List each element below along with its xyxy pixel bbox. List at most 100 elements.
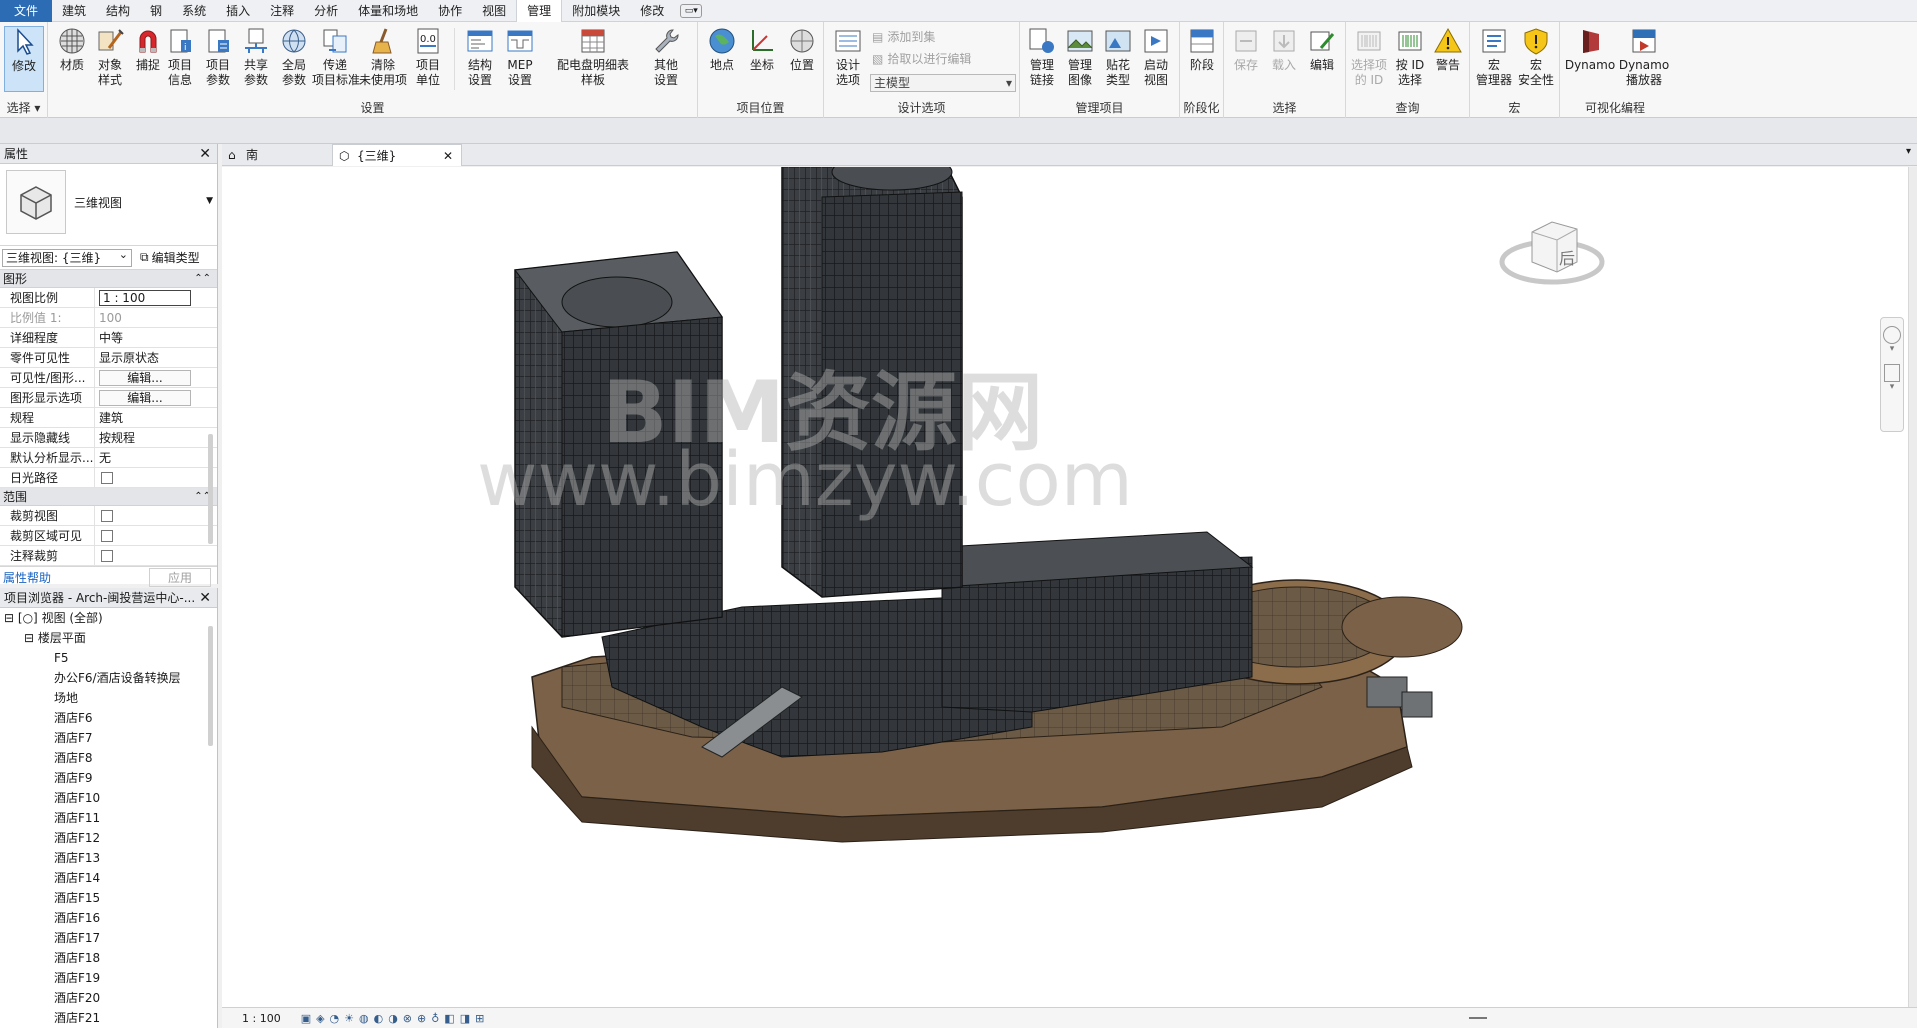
property-value[interactable]: 100 — [95, 308, 217, 327]
horizontal-scroll-thumb[interactable] — [1469, 1017, 1487, 1019]
edit-type-button[interactable]: ⧉ 编辑类型 — [140, 249, 200, 266]
floor-plan-item[interactable]: 酒店F11 — [0, 808, 217, 828]
properties-help-link[interactable]: 属性帮助 — [3, 569, 51, 586]
property-checkbox[interactable] — [101, 472, 113, 484]
object-styles-button[interactable]: 对象 样式 — [90, 26, 130, 88]
floor-plan-item[interactable]: 酒店F7 — [0, 728, 217, 748]
tree-floor-plans[interactable]: ⊟ 楼层平面 — [0, 628, 217, 648]
property-value[interactable]: 按规程 — [95, 428, 217, 447]
global-parameters-button[interactable]: 全局 参数 — [274, 26, 314, 88]
floor-plan-item[interactable]: 酒店F12 — [0, 828, 217, 848]
property-row[interactable]: 图形显示选项 编辑... — [0, 388, 217, 408]
tab-steel[interactable]: 钢 — [140, 0, 172, 22]
tab-collaborate[interactable]: 协作 — [428, 0, 472, 22]
tab-modify[interactable]: 修改 — [630, 0, 674, 22]
property-row[interactable]: 比例值 1: 100 — [0, 308, 217, 328]
zoom-region-icon[interactable] — [1884, 364, 1900, 382]
close-icon[interactable]: ✕ — [199, 588, 211, 608]
select-group-label[interactable]: 选择 ▾ — [0, 99, 47, 116]
property-row[interactable]: 规程 建筑 — [0, 408, 217, 428]
floor-plan-item[interactable]: 酒店F14 — [0, 868, 217, 888]
property-row[interactable]: 视图比例 1 : 100 — [0, 288, 217, 308]
property-value[interactable]: 中等 — [95, 328, 217, 347]
property-row[interactable]: 零件可见性 显示原状态 — [0, 348, 217, 368]
property-value[interactable]: 建筑 — [95, 408, 217, 427]
chevron-down-icon[interactable]: ▼ — [206, 196, 213, 206]
floor-plan-item[interactable]: 酒店F17 — [0, 928, 217, 948]
mep-settings-button[interactable]: MEP 设置 — [500, 26, 540, 88]
contextual-tab-dropdown[interactable]: ▭▾ — [680, 3, 703, 18]
property-value[interactable]: 1 : 100 — [95, 288, 217, 307]
property-row[interactable]: 默认分析显示... 无 — [0, 448, 217, 468]
tab-analyze[interactable]: 分析 — [304, 0, 348, 22]
browser-scrollbar[interactable] — [208, 626, 213, 746]
floor-plan-item[interactable]: 酒店F18 — [0, 948, 217, 968]
floor-plan-item[interactable]: F5 — [0, 648, 217, 668]
transfer-project-standards-button[interactable]: 传递 项目标准 — [312, 26, 360, 88]
tab-view[interactable]: 视图 — [472, 0, 516, 22]
property-checkbox[interactable] — [101, 530, 113, 542]
property-value[interactable] — [95, 468, 217, 487]
3d-viewport[interactable]: BIM资源网 www.bimzyw.com 后 ▾ ▾ — [222, 167, 1908, 1007]
floor-plan-item[interactable]: 酒店F9 — [0, 768, 217, 788]
tabs-overflow-icon[interactable]: ▾ — [1906, 146, 1911, 157]
tab-annotate[interactable]: 注释 — [260, 0, 304, 22]
save-selection-button[interactable]: 保存 — [1226, 26, 1266, 73]
property-row[interactable]: 日光路径 — [0, 468, 217, 488]
select-by-id-button[interactable]: 按 ID 选择 — [1390, 26, 1430, 88]
macro-manager-button[interactable]: 宏 管理器 — [1474, 26, 1514, 88]
panel-schedule-templates-button[interactable]: 配电盘明细表 样板 — [548, 26, 638, 88]
floor-plan-item[interactable]: 酒店F15 — [0, 888, 217, 908]
manage-links-button[interactable]: 管理 链接 — [1022, 26, 1062, 88]
extents-category[interactable]: 范围 ⌃⌃ — [0, 488, 217, 506]
view-control-icons[interactable]: ▣◈◔☀◍◐◑⊗⊕♁◧◨⊞ — [301, 1012, 490, 1025]
property-value[interactable]: 显示原状态 — [95, 348, 217, 367]
manage-images-button[interactable]: 管理 图像 — [1060, 26, 1100, 88]
instance-selector[interactable]: 三维视图: {三维} — [2, 247, 132, 267]
collapse-minus-icon[interactable]: ⊟ — [24, 631, 34, 645]
floor-plan-item[interactable]: 场地 — [0, 688, 217, 708]
floor-plan-item[interactable]: 酒店F6 — [0, 708, 217, 728]
floor-plan-item[interactable]: 酒店F10 — [0, 788, 217, 808]
tab-3d-view[interactable]: ⬡ {三维} ✕ — [332, 144, 462, 166]
properties-scrollbar[interactable] — [208, 434, 213, 544]
floor-plan-item[interactable]: 酒店F19 — [0, 968, 217, 988]
viewport-scrollbar[interactable] — [1908, 167, 1917, 1007]
collapse-icon[interactable]: ⌃⌃ — [194, 270, 211, 288]
shared-parameters-button[interactable]: 共享 参数 — [236, 26, 276, 88]
floor-plan-item[interactable]: 酒店F8 — [0, 748, 217, 768]
collapse-minus-icon[interactable]: ⊟ — [4, 611, 14, 625]
structural-settings-button[interactable]: 结构 设置 — [460, 26, 500, 88]
edit-button[interactable]: 编辑... — [99, 390, 191, 406]
view-scale[interactable]: 1 : 100 — [242, 1012, 281, 1025]
dynamo-player-button[interactable]: Dynamo 播放器 — [1618, 26, 1670, 88]
design-option-combo[interactable]: 主模型 ▾ — [870, 74, 1016, 92]
ids-of-selection-button[interactable]: 选择项 的 ID — [1348, 26, 1390, 88]
property-row[interactable]: 详细程度 中等 — [0, 328, 217, 348]
property-row[interactable]: 裁剪视图 — [0, 506, 217, 526]
property-value[interactable] — [95, 506, 217, 525]
tab-architecture[interactable]: 建筑 — [52, 0, 96, 22]
modify-button[interactable]: 修改 — [4, 26, 44, 92]
viewcube[interactable]: 后 — [1497, 207, 1607, 297]
property-checkbox[interactable] — [101, 510, 113, 522]
design-options-button[interactable]: 设计 选项 — [828, 26, 868, 88]
property-row[interactable]: 注释裁剪 — [0, 546, 217, 566]
edit-button[interactable]: 编辑... — [99, 370, 191, 386]
project-units-button[interactable]: 0.0 项目 单位 — [408, 26, 448, 88]
additional-settings-button[interactable]: 其他 设置 — [646, 26, 686, 88]
floor-plan-item[interactable]: 办公F6/酒店设备转换层 — [0, 668, 217, 688]
coordinates-button[interactable]: 坐标 — [742, 26, 782, 73]
edit-selection-button[interactable]: 编辑 — [1302, 26, 1342, 73]
tab-structure[interactable]: 结构 — [96, 0, 140, 22]
warnings-button[interactable]: 警告 — [1428, 26, 1468, 73]
steering-wheel-icon[interactable] — [1883, 326, 1901, 344]
property-value[interactable]: 编辑... — [95, 368, 217, 387]
floor-plan-item[interactable]: 酒店F20 — [0, 988, 217, 1008]
property-row[interactable]: 可见性/图形... 编辑... — [0, 368, 217, 388]
property-checkbox[interactable] — [101, 550, 113, 562]
property-value[interactable] — [95, 546, 217, 565]
view-scale-field[interactable]: 1 : 100 — [99, 290, 191, 306]
type-selector[interactable]: 三维视图 ▼ — [0, 164, 217, 246]
close-icon[interactable]: ✕ — [443, 145, 453, 167]
